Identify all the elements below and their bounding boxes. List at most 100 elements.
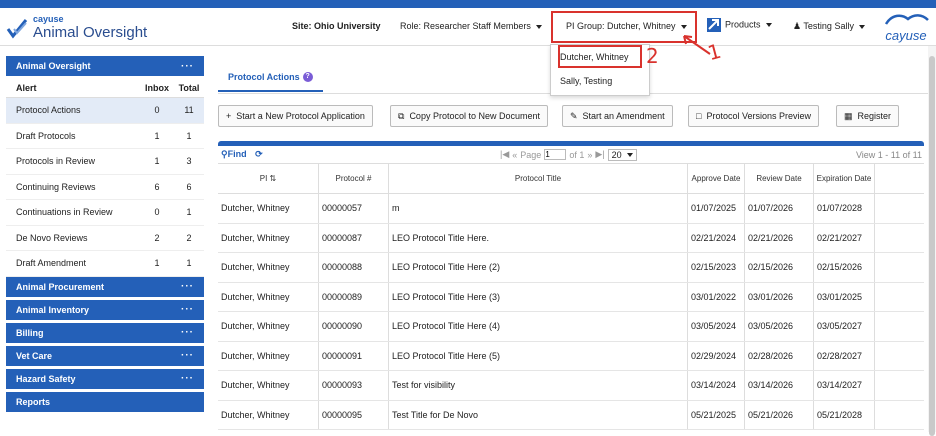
sidebar-cell-inbox: 1 — [154, 130, 160, 141]
logo-text: cayuse — [885, 28, 927, 43]
button-label: Copy Protocol to New Document — [409, 111, 540, 121]
protocol-grid: ⚲Find ⟳ |◀ « Page of 1 » ▶| 20 View 1 - … — [218, 141, 924, 430]
sidebar-item-de-novo-reviews[interactable]: De Novo Reviews 2 2 — [6, 226, 204, 251]
copy-protocol-button[interactable]: ⧉ Copy Protocol to New Document — [390, 105, 548, 127]
sidebar-section-animal-procurement[interactable]: Animal Procurement ··· — [6, 276, 204, 297]
last-page-icon[interactable]: ▶| — [595, 149, 604, 160]
page-scrollbar[interactable] — [928, 46, 936, 436]
col-header-protocol-number[interactable]: Protocol # — [319, 164, 389, 193]
search-icon: ⚲ — [221, 149, 228, 159]
table-cell: 01/07/2025 — [688, 194, 745, 223]
table-row[interactable]: Dutcher, Whitney 00000095 Test Title for D… — [218, 400, 924, 430]
role-dropdown[interactable]: Role: Researcher Staff Members — [400, 21, 542, 31]
per-page-value: 20 — [611, 149, 622, 160]
user-name: Testing Sally — [803, 21, 854, 31]
more-icon[interactable]: ··· — [181, 373, 194, 384]
table-cell: 00000091 — [319, 341, 389, 370]
sidebar-columns: Alert Inbox Total — [6, 79, 204, 98]
cayuse-logo: cayuse — [882, 12, 930, 43]
register-button[interactable]: ▦ Register — [836, 105, 900, 127]
sidebar-section-billing[interactable]: Billing ··· — [6, 322, 204, 343]
table-cell: Dutcher, Whitney — [218, 282, 319, 311]
sidebar-section-animal-inventory[interactable]: Animal Inventory ··· — [6, 299, 204, 320]
sidebar-cell-label: Continuing Reviews — [16, 181, 96, 192]
more-icon[interactable]: ··· — [181, 304, 194, 315]
scrollbar-thumb[interactable] — [929, 56, 935, 436]
button-label: Protocol Versions Preview — [706, 111, 811, 121]
col-header-protocol-title[interactable]: Protocol Title — [389, 164, 688, 193]
table-row[interactable]: Dutcher, Whitney 00000088 LEO Protocol Tit… — [218, 253, 924, 283]
table-cell: 03/01/2022 — [688, 282, 745, 311]
tab-protocol-actions[interactable]: Protocol Actions? — [218, 64, 323, 92]
table-row[interactable]: Dutcher, Whitney 00000089 LEO Protocol Tit… — [218, 282, 924, 312]
col-header-approve-date[interactable]: Approve Date — [688, 164, 745, 193]
sidebar-cell-total: 1 — [186, 258, 192, 269]
table-cell: Test for visibility — [389, 371, 688, 400]
table-row[interactable]: Dutcher, Whitney 00000087 LEO Protocol Tit… — [218, 223, 924, 253]
find-button[interactable]: ⚲Find ⟳ — [221, 149, 263, 160]
sidebar-item-protocol-actions[interactable]: Protocol Actions 0 11 — [6, 98, 204, 124]
table-cell: 00000057 — [319, 194, 389, 223]
sidebar-section-hazard-safety[interactable]: Hazard Safety ··· — [6, 368, 204, 389]
user-menu[interactable]: ♟ Testing Sally — [793, 21, 865, 32]
sidebar-item-draft-amendment[interactable]: Draft Amendment 1 1 — [6, 251, 204, 277]
prev-page-icon[interactable]: « — [512, 150, 517, 160]
table-cell: m — [389, 194, 688, 223]
table-cell: 01/07/2028 — [814, 194, 875, 223]
table-cell: LEO Protocol Title Here (5) — [389, 341, 688, 370]
sidebar-item-continuing-reviews[interactable]: Continuing Reviews 6 6 — [6, 175, 204, 200]
col-header-review-date[interactable]: Review Date — [745, 164, 814, 193]
sidebar-section-reports[interactable]: Reports — [6, 391, 204, 412]
pi-option-sally[interactable]: Sally, Testing — [551, 69, 649, 93]
table-cell: 03/14/2026 — [745, 371, 814, 400]
table-cell: 03/05/2027 — [814, 312, 875, 341]
table-cell: 02/29/2024 — [688, 341, 745, 370]
help-icon[interactable]: ? — [302, 72, 313, 82]
copy-icon: ⧉ — [398, 110, 405, 121]
per-page-select[interactable]: 20 — [607, 148, 637, 161]
sidebar-cell-total: 3 — [186, 156, 192, 167]
section-title: Reports — [16, 396, 51, 407]
table-cell: 00000089 — [319, 282, 389, 311]
products-icon — [707, 18, 721, 32]
table-row[interactable]: Dutcher, Whitney 00000057 m 01/07/2025 01/07… — [218, 194, 924, 224]
more-icon[interactable]: ··· — [181, 61, 194, 72]
col-total: Total — [178, 83, 200, 93]
refresh-icon[interactable]: ⟳ — [255, 149, 263, 159]
top-stripe — [0, 0, 936, 8]
page-label: Page — [520, 149, 542, 160]
sidebar-cell-label: Protocol Actions — [16, 105, 81, 116]
next-page-icon[interactable]: » — [587, 150, 592, 160]
button-label: Start a New Protocol Application — [236, 111, 365, 121]
sidebar-item-protocols-in-review[interactable]: Protocols in Review 1 3 — [6, 149, 204, 175]
start-new-protocol-button[interactable]: + Start a New Protocol Application — [218, 105, 373, 127]
chevron-down-icon — [626, 153, 633, 158]
view-count: View 1 - 11 of 11 — [855, 149, 922, 160]
col-header-expiration-date[interactable]: Expiration Date — [814, 164, 875, 193]
first-page-icon[interactable]: |◀ — [500, 149, 509, 160]
sidebar-item-continuations-in-review[interactable]: Continuations in Review 0 1 — [6, 200, 204, 226]
page-of-label: of 1 — [569, 149, 585, 160]
more-icon[interactable]: ··· — [181, 350, 194, 361]
chevron-down-icon — [765, 23, 772, 27]
sidebar-section-vet-care[interactable]: Vet Care ··· — [6, 345, 204, 366]
document-icon: □ — [696, 111, 702, 121]
sidebar-section-animal-oversight[interactable]: Animal Oversight ··· — [6, 56, 204, 76]
brand-small: cayuse — [33, 14, 64, 24]
page-number-input[interactable] — [544, 149, 567, 160]
more-icon[interactable]: ··· — [181, 281, 194, 292]
table-row[interactable]: Dutcher, Whitney 00000091 LEO Protocol Tit… — [218, 341, 924, 371]
col-header-pi[interactable]: PI ⇅ — [218, 164, 319, 193]
table-row[interactable]: Dutcher, Whitney 00000090 LEO Protocol Tit… — [218, 312, 924, 342]
products-dropdown[interactable]: Products — [707, 18, 772, 32]
sidebar-cell-total: 6 — [186, 181, 192, 192]
sidebar-item-draft-protocols[interactable]: Draft Protocols 1 1 — [6, 124, 204, 149]
table-cell: Test Title for De Novo — [389, 400, 688, 429]
start-amendment-button[interactable]: ✎ Start an Amendment — [562, 105, 673, 127]
app-logo[interactable]: cayuse Animal Oversight — [6, 14, 147, 42]
table-header: PI ⇅ Protocol # Protocol Title Approve D… — [218, 164, 924, 194]
table-row[interactable]: Dutcher, Whitney 00000093 Test for visibil… — [218, 371, 924, 401]
products-label: Products — [725, 19, 761, 30]
more-icon[interactable]: ··· — [181, 327, 194, 338]
protocol-versions-preview-button[interactable]: □ Protocol Versions Preview — [688, 105, 819, 127]
